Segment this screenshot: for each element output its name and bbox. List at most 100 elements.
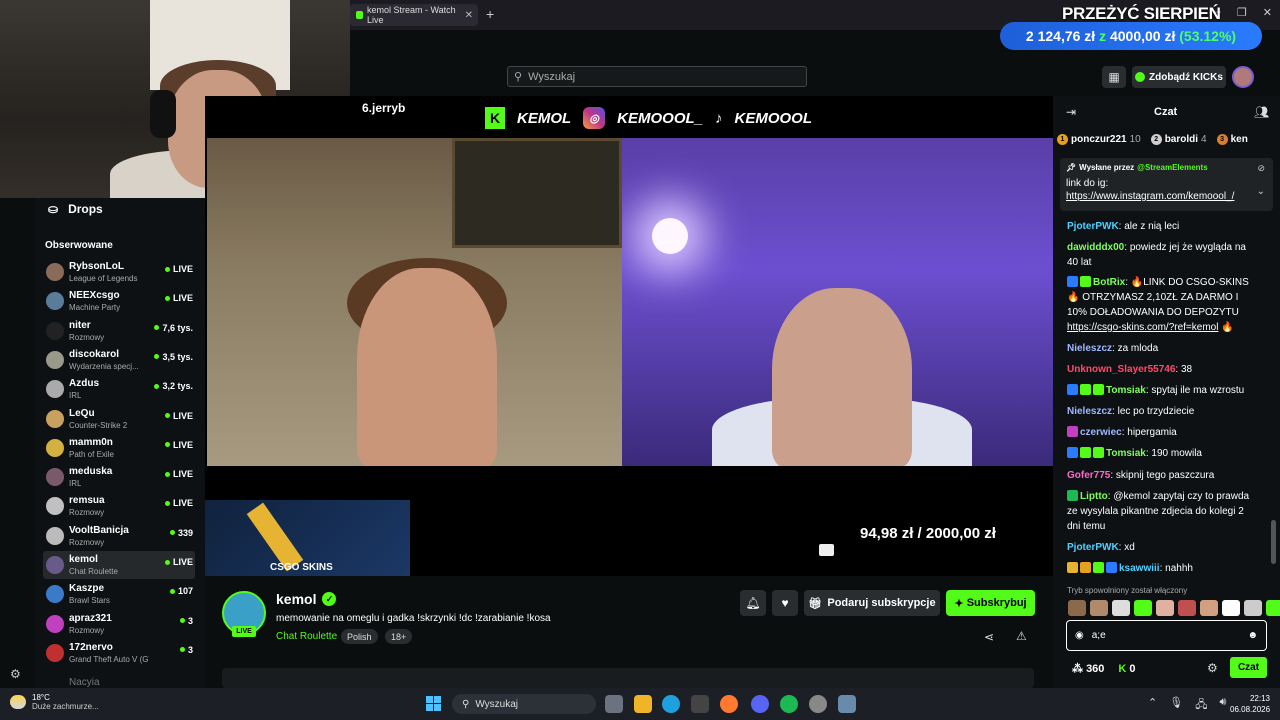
sidebar-channel-rybsonlol[interactable]: RybsonLoL League of Legends LIVE (43, 258, 195, 286)
restore-icon[interactable]: ❐ (1237, 6, 1247, 19)
chat-text: nahhh (1165, 563, 1193, 574)
chat-username[interactable]: PjoterPWK (1067, 221, 1119, 232)
follow-heart-button[interactable]: ♥ (772, 590, 798, 616)
tray-chevron-icon[interactable]: ⌃ (1148, 696, 1157, 715)
notification-bell-button[interactable]: 🔔︎ (740, 590, 766, 616)
new-tab-button[interactable]: + (486, 6, 494, 22)
firefox-icon[interactable] (720, 695, 738, 713)
sidebar-channel-vooltbanicja[interactable]: VooltBanicja Rozmowy 339 (43, 522, 195, 550)
hide-pinned-icon[interactable]: ⊘ (1257, 163, 1265, 174)
sidebar-channel-kaszpe[interactable]: Kaszpe Brawl Stars 107 (43, 580, 195, 608)
layout-toggle-button[interactable]: ▦ (1102, 66, 1126, 88)
chat-username[interactable]: ksawwiii (1119, 563, 1160, 574)
chat-settings-gear-icon[interactable]: ⚙ (1207, 661, 1218, 675)
search-input[interactable]: ⚲ Wyszukaj (507, 66, 807, 87)
windows-start-icon[interactable] (426, 696, 441, 711)
layout-icon: ▦ (1108, 70, 1120, 84)
sidebar-channel-meduska[interactable]: meduska IRL LIVE (43, 463, 195, 491)
file-explorer-icon[interactable] (634, 695, 652, 713)
pinned-author: @StreamElements (1137, 163, 1208, 172)
collapse-chat-icon[interactable]: ⇥ (1066, 105, 1076, 119)
task-view-icon[interactable] (605, 695, 623, 713)
edge-icon[interactable] (662, 695, 680, 713)
kicks-balance[interactable]: 0 (1118, 663, 1135, 675)
tag-polish[interactable]: Polish (341, 629, 378, 644)
taskbar-search[interactable]: ⚲ Wyszukaj (452, 694, 596, 714)
channel-game: Chat Roulette (69, 567, 118, 576)
chat-username[interactable]: PjoterPWK (1067, 542, 1119, 553)
chat-username[interactable]: dawidddx00 (1067, 242, 1124, 253)
discord-icon[interactable] (751, 695, 769, 713)
captions-icon[interactable] (819, 544, 834, 556)
emote-icon[interactable] (1090, 600, 1108, 616)
emote-icon[interactable] (1266, 600, 1280, 616)
report-warning-icon[interactable]: ⚠ (1016, 629, 1027, 643)
sidebar-channel-remsua[interactable]: remsua Rozmowy LIVE (43, 492, 195, 520)
chat-username[interactable]: BotRix (1093, 277, 1125, 288)
chat-username[interactable]: Tomsiak (1106, 448, 1146, 459)
channel-status: LIVE (165, 440, 193, 450)
sidebar-channel-neexcsgo[interactable]: NEEXcsgo Machine Party LIVE (43, 287, 195, 315)
settings-app-icon[interactable] (838, 695, 856, 713)
emote-icon[interactable] (1112, 600, 1130, 616)
share-icon[interactable]: ⋖ (984, 630, 994, 644)
emote-icon[interactable] (1200, 600, 1218, 616)
top-gifter[interactable]: 2 baroldi 4 (1150, 134, 1207, 145)
emote-icon[interactable] (1178, 600, 1196, 616)
sidebar-channel-discokarol[interactable]: discokarol Wydarzenia specj... 3,5 tys. (43, 346, 195, 374)
emote-icon[interactable] (1222, 600, 1240, 616)
close-window-icon[interactable]: ✕ (1263, 6, 1272, 19)
channel-more[interactable]: Nacyia (69, 677, 100, 688)
chat-username[interactable]: Nieleszcz (1067, 343, 1112, 354)
stream-category[interactable]: Chat Roulette (276, 631, 337, 642)
chat-username[interactable]: czerwiec (1080, 427, 1122, 438)
sidebar-channel-azdus[interactable]: Azdus IRL 3,2 tys. (43, 375, 195, 403)
user-avatar[interactable] (1232, 66, 1254, 88)
get-kicks-button[interactable]: Zdobądź KICKs (1132, 66, 1226, 88)
chat-username[interactable]: Gofer775 (1067, 470, 1110, 481)
channel-avatar (46, 438, 64, 457)
pinned-link[interactable]: https://www.instagram.com/kemoool_/ (1066, 191, 1234, 202)
chat-username[interactable]: Unknown_Slayer55746 (1067, 364, 1175, 375)
sidebar-channel-apraz321[interactable]: apraz321 Rozmowy 3 (43, 610, 195, 638)
sidebar-channel-mamm0n[interactable]: mamm0n Path of Exile LIVE (43, 434, 195, 462)
network-icon[interactable]: 🖧︎ (1195, 696, 1207, 715)
chat-username[interactable]: Liptto (1080, 491, 1108, 502)
sidebar-channel-kemol[interactable]: kemol Chat Roulette LIVE (43, 551, 195, 579)
emote-icon[interactable] (1244, 600, 1262, 616)
top-gifter[interactable]: 1 ponczur221 10 (1057, 134, 1141, 145)
chat-username[interactable]: Nieleszcz (1067, 406, 1112, 417)
chat-send-button[interactable]: Czat (1230, 657, 1267, 678)
emoji-picker-icon[interactable]: ☻ (1247, 630, 1258, 641)
emote-icon[interactable] (1134, 600, 1152, 616)
sidebar-channel-lequ[interactable]: LeQu Counter-Strike 2 LIVE (43, 405, 195, 433)
emote-icon[interactable] (1068, 600, 1086, 616)
emote-icon[interactable] (1156, 600, 1174, 616)
sidebar-channel-niter[interactable]: niter Rozmowy 7,6 tys. (43, 317, 195, 345)
channel-points[interactable]: ⁂ 360 (1072, 662, 1104, 675)
spotify-icon[interactable] (780, 695, 798, 713)
chat-scrollbar[interactable] (1271, 520, 1276, 564)
chat-input[interactable]: ◉ a;e ☻ (1066, 620, 1267, 651)
settings-gear-icon[interactable]: ⚙ (10, 667, 21, 681)
streamer-name[interactable]: kemol ✓ (276, 591, 337, 607)
subscribe-button[interactable]: ✦ Subskrybuj (946, 590, 1035, 616)
channel-status: LIVE (165, 557, 193, 567)
weather-widget[interactable]: 18°C Duże zachmurze... (10, 693, 99, 711)
app-icon[interactable] (809, 695, 827, 713)
top-gifter[interactable]: 3 ken (1216, 134, 1251, 145)
gift-subscription-button[interactable]: 🎁︎ Podaruj subskrypcje (804, 590, 940, 616)
close-tab-icon[interactable]: ✕ (465, 10, 473, 21)
chat-username[interactable]: Tomsiak (1106, 385, 1146, 396)
taskbar-clock[interactable]: 22:13 06.08.2026 (1230, 693, 1270, 715)
tag-18plus[interactable]: 18+ (385, 629, 413, 644)
chat-users-icon[interactable]: 👥︎ (1254, 105, 1269, 119)
volume-icon[interactable]: 🔊︎ (1219, 696, 1226, 715)
chat-link[interactable]: https://csgo-skins.com/?ref=kemol (1067, 322, 1218, 333)
browser-tab[interactable]: kemol Stream - Watch Live ✕ (350, 4, 478, 26)
sidebar-channel-172nervo[interactable]: 172nervoGrand Theft Auto V (GTA) 3 (43, 639, 195, 667)
microphone-icon[interactable]: 🎙︎ (1169, 696, 1183, 715)
chevron-down-icon[interactable]: ⌄ (1257, 186, 1265, 197)
store-icon[interactable] (691, 695, 709, 713)
drops-link[interactable]: ⛀ Drops (48, 202, 103, 216)
